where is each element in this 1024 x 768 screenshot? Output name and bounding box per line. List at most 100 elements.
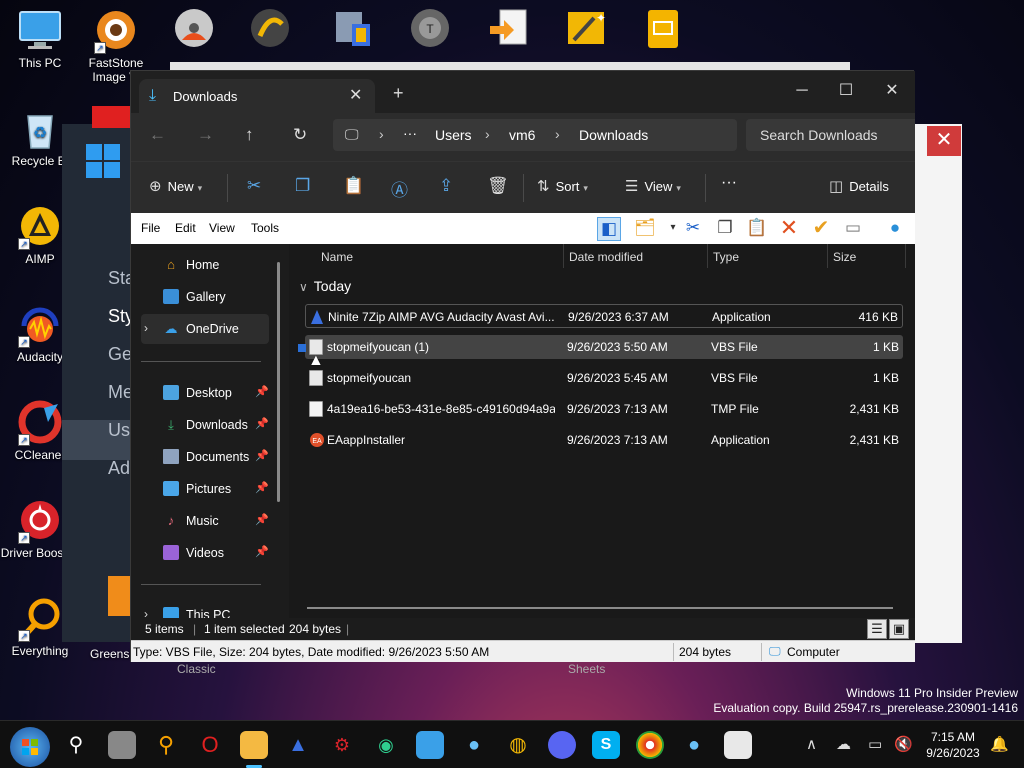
nav-item-desktop[interactable]: Desktop 📌: [141, 378, 269, 408]
nav-item-home[interactable]: ⌂ Home: [141, 250, 269, 280]
pin-icon[interactable]: 📌: [255, 449, 269, 462]
nav-item-documents[interactable]: Documents 📌: [141, 442, 269, 472]
column-divider[interactable]: [827, 244, 828, 268]
file-row[interactable]: Ninite 7Zip AIMP AVG Audacity Avast Avi.…: [305, 304, 903, 328]
notification-bell-icon[interactable]: 🔔: [990, 735, 1009, 753]
network-globe-icon[interactable]: ●: [680, 731, 708, 759]
chevron-up-icon[interactable]: ∧: [806, 735, 817, 753]
paste-icon[interactable]: 📋: [745, 217, 769, 241]
copy-icon[interactable]: ❐: [713, 217, 737, 241]
breadcrumb-downloads[interactable]: Downloads: [579, 127, 648, 143]
close-icon[interactable]: ✕: [927, 126, 961, 156]
tiles-view-icon[interactable]: ▣: [889, 619, 909, 639]
menu-tools[interactable]: Tools: [251, 221, 279, 235]
menu-file[interactable]: File: [141, 221, 160, 235]
close-button[interactable]: ✕: [869, 77, 915, 107]
window-app-icon[interactable]: [724, 731, 752, 759]
checkmark-icon[interactable]: ✔: [809, 217, 833, 241]
up-arrow-icon[interactable]: ↑: [245, 125, 254, 145]
details-view-icon[interactable]: ☰: [867, 619, 887, 639]
desktop-icon-wizard[interactable]: ✦: [556, 6, 616, 56]
delete-x-icon[interactable]: ✕: [777, 217, 801, 241]
everything-search-icon[interactable]: ⚲: [152, 731, 180, 759]
new-button[interactable]: ⊕ New ▾: [149, 177, 202, 195]
column-header-name[interactable]: Name: [321, 250, 353, 264]
column-divider[interactable]: [563, 244, 564, 268]
pin-icon[interactable]: 📌: [255, 385, 269, 398]
column-divider[interactable]: [905, 244, 906, 268]
volume-muted-icon[interactable]: 🔇: [894, 735, 913, 753]
cut-icon[interactable]: ✂: [247, 176, 261, 196]
checkbox-icon[interactable]: [298, 344, 306, 352]
discord-icon[interactable]: [548, 731, 576, 759]
folder-options-icon[interactable]: 🗂: [633, 217, 657, 241]
minimize-button[interactable]: ─: [779, 77, 825, 107]
skype-icon[interactable]: S: [592, 731, 620, 759]
rename-icon[interactable]: Ⓐ: [391, 176, 408, 201]
pin-icon[interactable]: 📌: [255, 545, 269, 558]
menu-view[interactable]: View: [209, 221, 235, 235]
more-options-button[interactable]: ···: [721, 174, 737, 192]
desktop-icon-winmerge[interactable]: [478, 6, 538, 56]
close-tab-icon[interactable]: ✕: [349, 85, 362, 105]
task-view-icon[interactable]: [108, 731, 136, 759]
display-icon[interactable]: ▭: [868, 735, 882, 753]
tab-downloads[interactable]: ⤓ Downloads ✕: [139, 79, 375, 113]
sort-button[interactable]: ⇅ Sort ▾: [537, 177, 588, 195]
file-row[interactable]: stopmeifyoucan 9/26/2023 5:45 AM VBS Fil…: [305, 366, 903, 390]
file-explorer-icon[interactable]: [240, 731, 268, 759]
notepad-icon[interactable]: [416, 731, 444, 759]
network-globe-icon[interactable]: ●: [460, 731, 488, 759]
nav-scrollbar[interactable]: [277, 262, 280, 502]
share-icon[interactable]: ⇪: [439, 176, 453, 196]
nav-item-downloads[interactable]: ⤓ Downloads 📌: [141, 410, 269, 440]
system-clock[interactable]: 7:15 AM 9/26/2023: [920, 729, 986, 761]
ninite-taskbar-icon[interactable]: ▲: [284, 731, 312, 759]
nav-item-this-pc[interactable]: › This PC: [141, 600, 269, 618]
start-button[interactable]: [10, 727, 50, 767]
horizontal-scrollbar[interactable]: [307, 607, 893, 609]
globe-icon[interactable]: ●: [883, 217, 907, 241]
properties-icon[interactable]: ▭: [841, 217, 865, 241]
nav-item-gallery[interactable]: Gallery: [141, 282, 269, 312]
nav-item-onedrive[interactable]: › ☁ OneDrive: [141, 314, 269, 344]
navigation-pane-icon[interactable]: ◧: [597, 217, 621, 241]
pin-icon[interactable]: 📌: [255, 513, 269, 526]
desktop-icon-media[interactable]: [240, 6, 300, 56]
search-input[interactable]: Search Downloads: [746, 119, 915, 151]
back-arrow-icon[interactable]: ←: [149, 125, 166, 145]
refresh-icon[interactable]: ↻: [293, 125, 307, 145]
breadcrumb-more[interactable]: ···: [403, 125, 417, 141]
column-divider[interactable]: [707, 244, 708, 268]
copy-icon[interactable]: ❐: [295, 176, 310, 196]
details-button[interactable]: ◫ Details: [829, 177, 889, 195]
nav-item-music[interactable]: ♪ Music 📌: [141, 506, 269, 536]
chrome-icon[interactable]: [636, 731, 664, 759]
desktop-icon-disc[interactable]: [164, 6, 224, 56]
paste-icon[interactable]: 📋: [343, 176, 364, 196]
address-bar[interactable]: 🖵 › ··· Users › vm6 › Downloads: [333, 119, 737, 151]
column-header-size[interactable]: Size: [833, 250, 856, 264]
nav-item-videos[interactable]: Videos 📌: [141, 538, 269, 568]
forward-arrow-icon[interactable]: →: [197, 125, 214, 145]
file-row[interactable]: EA EAappInstaller 9/26/2023 7:13 AM Appl…: [305, 428, 903, 452]
new-tab-button[interactable]: +: [393, 83, 404, 104]
desktop-icon-slides[interactable]: [632, 6, 692, 56]
shield-icon[interactable]: ◉: [372, 731, 400, 759]
chevron-right-icon[interactable]: ›: [144, 321, 148, 335]
opera-icon[interactable]: O: [196, 731, 224, 759]
file-row[interactable]: 4a19ea16-be53-431e-8e85-c49160d94a9a....…: [305, 397, 903, 421]
app-badge-icon[interactable]: ◍: [504, 731, 532, 759]
delete-icon[interactable]: 🗑: [487, 176, 509, 196]
cut-icon[interactable]: ✂: [681, 217, 705, 241]
driver-booster-taskbar-icon[interactable]: ⚙: [328, 731, 356, 759]
cloud-info-icon[interactable]: ☁: [836, 735, 851, 753]
file-row-selected[interactable]: stopmeifyoucan (1) 9/26/2023 5:50 AM VBS…: [305, 335, 903, 359]
chevron-right-icon[interactable]: ›: [144, 607, 148, 618]
breadcrumb-vm6[interactable]: vm6: [509, 127, 535, 143]
desktop-icon-this-pc[interactable]: This PC: [0, 8, 80, 70]
nav-item-pictures[interactable]: Pictures 📌: [141, 474, 269, 504]
desktop-icon-installer[interactable]: [322, 6, 382, 56]
column-header-date[interactable]: Date modified: [569, 250, 643, 264]
group-header-today[interactable]: ∨ Today: [299, 278, 351, 294]
